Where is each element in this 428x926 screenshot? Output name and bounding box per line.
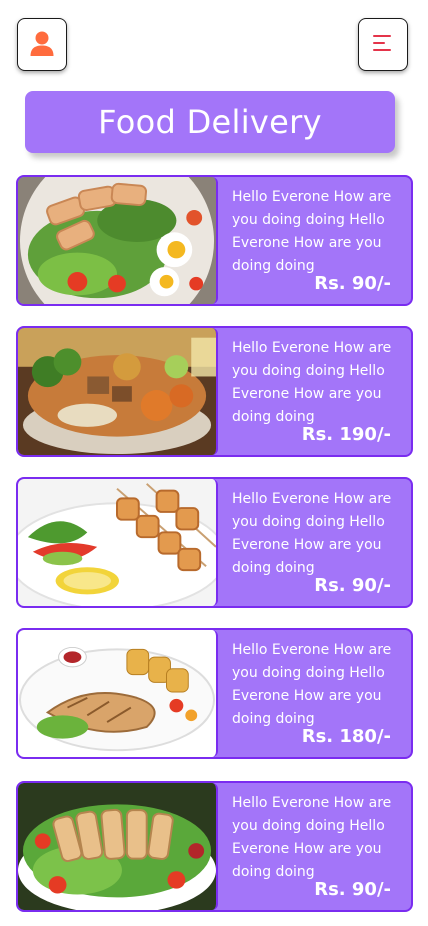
food-image-chicken-skewers: [18, 479, 218, 606]
page-title: Food Delivery: [25, 91, 395, 153]
food-description: Hello Everone How are you doing doing He…: [232, 491, 392, 576]
food-description: Hello Everone How are you doing doing He…: [232, 642, 392, 727]
hamburger-menu-icon: [372, 34, 394, 56]
food-card[interactable]: Hello Everone How are you doing doing He…: [16, 781, 413, 912]
food-image-chicken-salad: [18, 177, 218, 304]
food-image-grilled-chicken: [18, 630, 218, 757]
food-price: Rs. 90/-: [314, 273, 391, 294]
food-image-sliced-chicken-salad: [18, 783, 218, 910]
food-description: Hello Everone How are you doing doing He…: [232, 795, 392, 880]
food-description: Hello Everone How are you doing doing He…: [232, 340, 392, 425]
food-price: Rs. 190/-: [301, 424, 391, 445]
food-card[interactable]: Hello Everone How are you doing doing He…: [16, 628, 413, 759]
profile-button[interactable]: [17, 18, 67, 71]
menu-button[interactable]: [358, 18, 408, 71]
food-card[interactable]: Hello Everone How are you doing doing He…: [16, 175, 413, 306]
food-image-buddha-bowl: [18, 328, 218, 455]
food-description: Hello Everone How are you doing doing He…: [232, 189, 392, 274]
food-price: Rs. 180/-: [301, 726, 391, 747]
food-price: Rs. 90/-: [314, 879, 391, 900]
food-card[interactable]: Hello Everone How are you doing doing He…: [16, 477, 413, 608]
food-price: Rs. 90/-: [314, 575, 391, 596]
user-icon: [29, 29, 55, 61]
food-card[interactable]: Hello Everone How are you doing doing He…: [16, 326, 413, 457]
